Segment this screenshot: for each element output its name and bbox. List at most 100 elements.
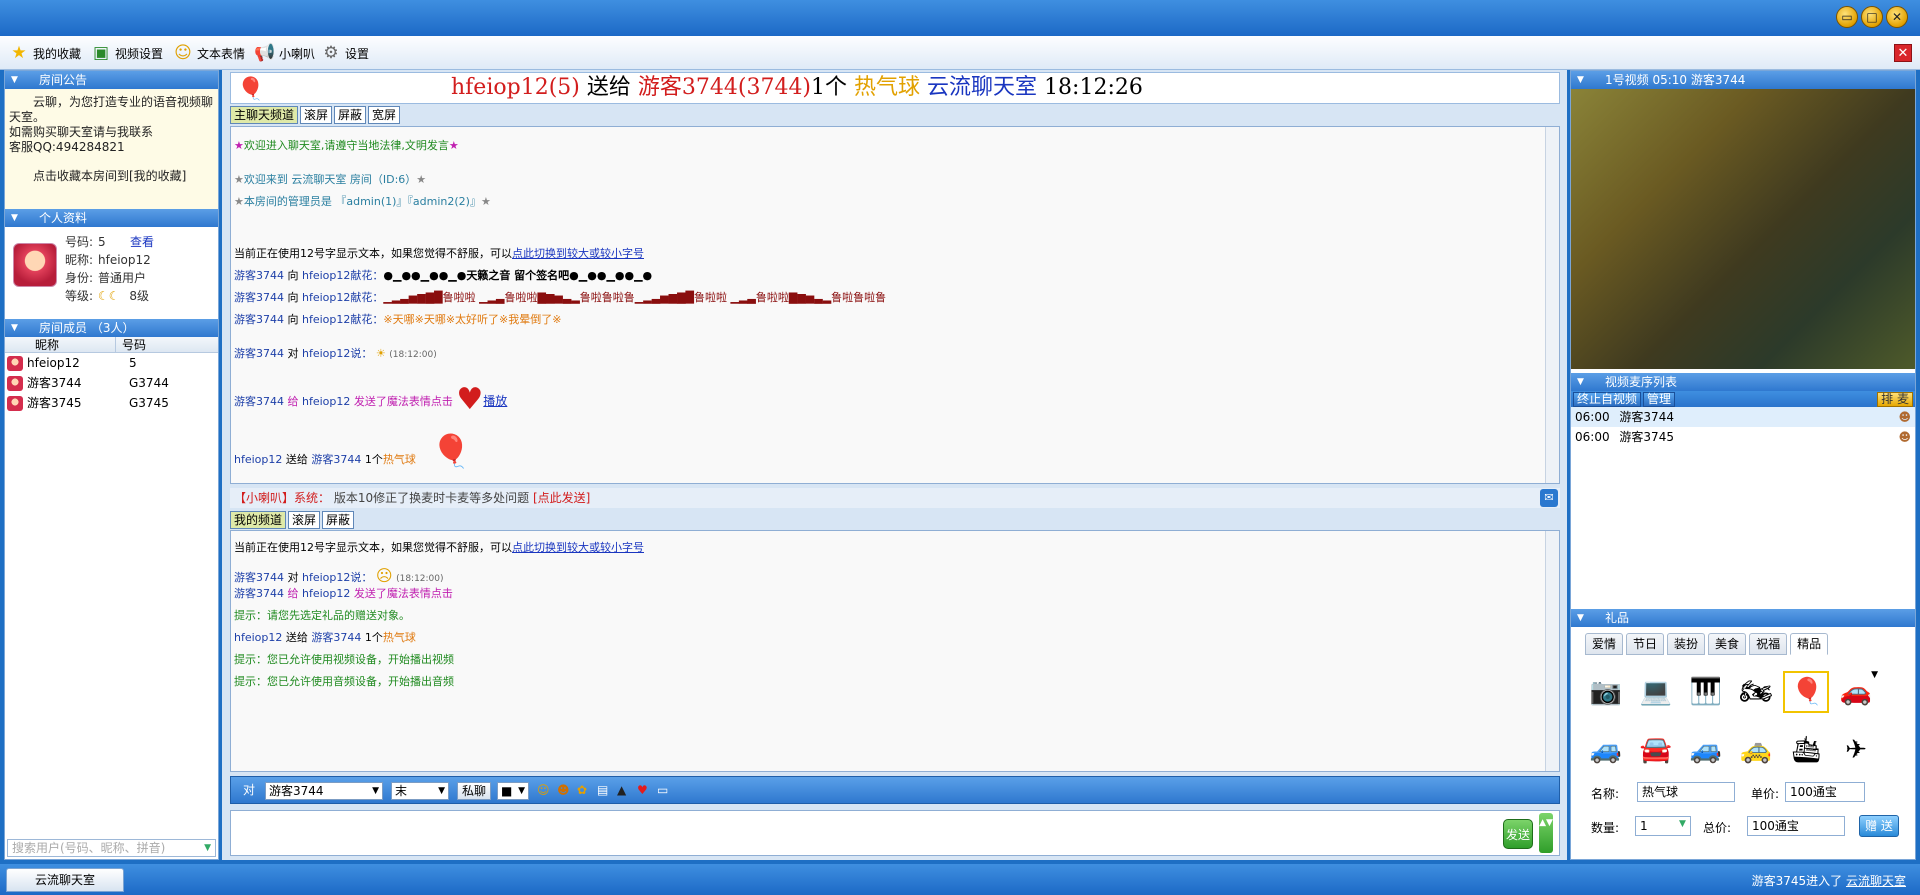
gift-tab-premium[interactable]: 精品 (1790, 633, 1829, 655)
status-room-link[interactable]: 云流聊天室 (1846, 874, 1906, 888)
room-tab[interactable]: 云流聊天室 (6, 868, 124, 892)
font-select[interactable]: 末 (391, 782, 449, 800)
give-gift-button[interactable]: 赠 送 (1859, 815, 1899, 837)
view-profile-link[interactable]: 查看 (130, 235, 154, 249)
emoji-button[interactable]: ☺ 文本表情 (172, 41, 245, 65)
video-feed[interactable] (1571, 89, 1915, 369)
gift-tab-outfit[interactable]: 装扮 (1667, 633, 1706, 655)
msg-user[interactable]: 游客3744 (234, 347, 284, 360)
gift-tab-blessing[interactable]: 祝福 (1749, 633, 1788, 655)
star-icon: ★ (448, 139, 459, 152)
msg-user[interactable]: hfeiop12 (234, 631, 282, 644)
member-row[interactable]: 游客3745 G3745 (5, 393, 218, 413)
queue-order-button[interactable]: 排 麦 (1877, 391, 1913, 407)
ship-icon[interactable]: 🛳 (1783, 729, 1829, 771)
screenshot-icon[interactable]: ▭ (657, 782, 668, 800)
msg-user[interactable]: 游客3744 (234, 291, 284, 304)
queue-manage-button[interactable]: 管理 (1643, 391, 1676, 407)
magic-emoji-icon[interactable]: ☻ (557, 782, 570, 800)
gift-tab-love[interactable]: 爱情 (1585, 633, 1624, 655)
msg-user[interactable]: 游客3744 (234, 571, 284, 584)
piano-icon[interactable]: 🎹 (1683, 671, 1729, 713)
font-size-link[interactable]: 点此切换到较大或较小字号 (512, 247, 644, 260)
queue-row[interactable]: 06:00 游客3745 ☻ (1571, 427, 1915, 447)
tab-scroll[interactable]: 滚屏 (300, 106, 333, 124)
msg-target[interactable]: hfeiop12 (302, 395, 350, 408)
restore-icon[interactable]: ▭ (1836, 6, 1858, 28)
close-room-icon[interactable]: ✕ (1894, 44, 1912, 62)
send-button[interactable]: 发送 (1503, 819, 1533, 849)
msg-target[interactable]: 游客3744 (311, 453, 361, 466)
main-chat-log[interactable]: ★欢迎进入聊天室,请遵守当地法律,文明发言★ ★欢迎来到 云流聊天室 房间（ID… (230, 126, 1560, 484)
tab-my-scroll[interactable]: 滚屏 (288, 511, 321, 529)
close-icon[interactable]: ✕ (1886, 6, 1908, 28)
col-nick[interactable]: 昵称 (35, 337, 59, 353)
stop-video-button[interactable]: 终止自视频 (1573, 391, 1642, 407)
chat-bubble-icon[interactable]: ✉ (1540, 489, 1558, 507)
plane-icon[interactable]: ✈ (1833, 729, 1879, 771)
profile-header[interactable]: 个人资料 (5, 209, 218, 227)
camera-icon[interactable]: 📷 (1583, 671, 1629, 713)
main-chat-scrollbar[interactable] (1545, 127, 1559, 483)
balloon-icon[interactable]: 🎈 (1783, 671, 1829, 713)
favorites-button[interactable]: ★ 我的收藏 (8, 41, 81, 65)
play-link[interactable]: 播放 (483, 394, 507, 408)
tab-my-block[interactable]: 屏蔽 (322, 511, 355, 529)
queue-row[interactable]: 06:00 游客3744 ☻ (1571, 407, 1915, 427)
tab-block[interactable]: 屏蔽 (334, 106, 367, 124)
gift-tab-festival[interactable]: 节日 (1626, 633, 1665, 655)
maximize-icon[interactable]: □ (1861, 6, 1883, 28)
font-size-link[interactable]: 点此切换到较大或较小字号 (512, 541, 644, 554)
member-row[interactable]: hfeiop12 5 (5, 353, 218, 373)
broadcast-send-link[interactable]: [点此发送] (533, 491, 590, 505)
target-user-select[interactable]: 游客3744 (265, 782, 383, 800)
suv-icon[interactable]: 🚙 (1683, 729, 1729, 771)
msg-user[interactable]: 游客3744 (234, 313, 284, 326)
gift-header[interactable]: 礼品 (1571, 609, 1915, 627)
laptop-icon[interactable]: 💻 (1633, 671, 1679, 713)
send-options-icon[interactable]: ▲▼ (1539, 813, 1553, 853)
flower-icon[interactable]: ✿ (577, 782, 587, 800)
members-header[interactable]: 房间成员 （3人） (5, 319, 218, 337)
heart-icon[interactable]: ♥ (637, 782, 648, 800)
message-input[interactable]: 发送 ▲▼ (230, 810, 1560, 856)
tab-wide[interactable]: 宽屏 (368, 106, 401, 124)
private-chat-button[interactable]: 私聊 (457, 782, 491, 800)
msg-target[interactable]: hfeiop12说： (302, 571, 372, 584)
member-row[interactable]: 游客3744 G3744 (5, 373, 218, 393)
motorbike-icon[interactable]: 🏍 (1733, 671, 1779, 713)
smiley-icon[interactable]: ☺ (537, 782, 550, 800)
minicar-icon[interactable]: 🚙 (1583, 729, 1629, 771)
my-chat-scrollbar[interactable] (1545, 531, 1559, 771)
msg-target[interactable]: hfeiop12献花： (302, 313, 383, 326)
msg-user[interactable]: 游客3744 (234, 395, 284, 408)
msg-target[interactable]: hfeiop12 (302, 587, 350, 600)
msg-user[interactable]: 游客3744 (234, 587, 284, 600)
msg-verb: 向 (287, 269, 299, 282)
color-select[interactable]: ■ (497, 782, 529, 800)
col-number[interactable]: 号码 (115, 337, 146, 353)
msg-target[interactable]: 游客3744 (311, 631, 361, 644)
tab-main-channel[interactable]: 主聊天频道 (230, 106, 299, 124)
gift-tab-food[interactable]: 美食 (1708, 633, 1747, 655)
msg-target[interactable]: hfeiop12献花： (302, 291, 383, 304)
hint-text: 提示：您已允许使用视频设备，开始播出视频 (234, 653, 454, 666)
member-search-input[interactable]: 搜索用户(号码、昵称、拼音) (7, 839, 216, 857)
tab-my-channel[interactable]: 我的频道 (230, 511, 287, 529)
queue-name: 游客3745 (1619, 430, 1674, 444)
car-icon[interactable]: 🚕 (1733, 729, 1779, 771)
msg-target[interactable]: hfeiop12说： (302, 347, 372, 360)
car-icon[interactable]: 🚘 (1633, 729, 1679, 771)
notice-header[interactable]: 房间公告 (5, 71, 218, 89)
video-settings-button[interactable]: ▣ 视频设置 (90, 41, 163, 65)
speaker-button[interactable]: 📢 小喇叭 (254, 41, 315, 65)
queue-header[interactable]: 视频麦序列表 (1571, 373, 1915, 391)
my-chat-log[interactable]: 当前正在使用12号字显示文本，如果您觉得不舒服，可以点此切换到较大或较小字号 游… (230, 530, 1560, 772)
msg-user[interactable]: 游客3744 (234, 269, 284, 282)
favorite-room-link[interactable]: 点击收藏本房间到[我的收藏] (9, 169, 214, 184)
gift-box-icon[interactable]: ▤ (597, 782, 608, 800)
msg-target[interactable]: hfeiop12献花： (302, 269, 383, 282)
msg-user[interactable]: hfeiop12 (234, 453, 282, 466)
wizard-hat-icon[interactable]: ▲ (617, 782, 626, 800)
settings-button[interactable]: ⚙ 设置 (320, 41, 369, 65)
